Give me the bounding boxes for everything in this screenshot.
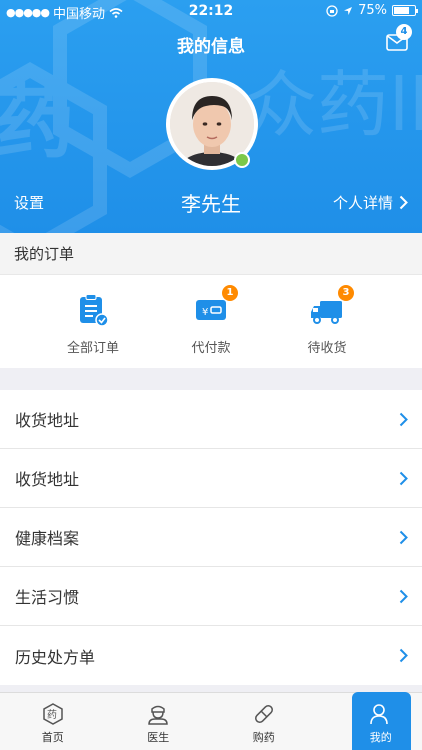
awaiting-delivery-button[interactable]: 3 待收货 xyxy=(277,285,377,356)
home-pill-icon: 药 xyxy=(43,703,63,725)
battery-fill xyxy=(394,7,409,14)
rotation-lock-icon xyxy=(326,4,338,17)
menu-item-lifestyle-habits[interactable]: 生活习惯 xyxy=(0,567,422,626)
tab-buy-medicine[interactable]: 购药 xyxy=(211,693,317,750)
battery-icon xyxy=(392,5,418,16)
awaiting-delivery-label: 待收货 xyxy=(307,341,347,356)
chevron-right-icon xyxy=(399,530,408,544)
profile-header: 药 众药ll ●●●●● 中国移动 22:12 75% 我的信息 4 设置 李先… xyxy=(0,0,422,233)
chevron-right-icon xyxy=(399,471,408,485)
all-orders-label: 全部订单 xyxy=(66,341,119,356)
menu-item-shipping-address-2[interactable]: 收货地址 xyxy=(0,449,422,508)
avatar[interactable] xyxy=(166,78,258,170)
personal-details-label: 个人详情 xyxy=(332,194,393,212)
status-right: 75% xyxy=(326,3,418,18)
tab-mine[interactable]: 我的 xyxy=(317,692,422,750)
pending-payment-label: 代付款 xyxy=(191,341,231,356)
menu-item-label: 历史处方单 xyxy=(15,647,96,667)
menu-item-health-records[interactable]: 健康档案 xyxy=(0,508,422,567)
page-title: 我的信息 xyxy=(177,37,245,57)
tab-label: 我的 xyxy=(369,731,392,744)
menu-list: 收货地址 收货地址 健康档案 生活习惯 历史处方单 xyxy=(0,390,422,685)
tab-bar: 药 首页 医生 购药 我的 xyxy=(0,692,422,750)
chevron-right-icon xyxy=(399,589,408,603)
menu-item-prescription-history[interactable]: 历史处方单 xyxy=(0,626,422,685)
pending-payment-badge: 1 xyxy=(222,285,238,301)
menu-item-label: 生活习惯 xyxy=(15,588,80,607)
chevron-right-icon xyxy=(399,412,408,426)
svg-text:众药ll: 众药ll xyxy=(245,63,422,147)
capsule-icon xyxy=(254,705,273,723)
doctor-icon xyxy=(148,705,169,725)
online-status-icon xyxy=(234,152,250,168)
menu-item-label: 收货地址 xyxy=(15,470,80,489)
wallet-icon: ¥ 1 xyxy=(194,285,238,327)
menu-item-shipping-address[interactable]: 收货地址 xyxy=(0,390,422,449)
pending-payment-button[interactable]: ¥ 1 代付款 xyxy=(161,285,261,356)
menu-item-label: 健康档案 xyxy=(15,529,80,548)
tab-label: 医生 xyxy=(147,731,170,744)
tab-doctor[interactable]: 医生 xyxy=(106,693,212,750)
profile-icon xyxy=(369,704,388,725)
svg-text:药: 药 xyxy=(0,76,75,169)
personal-details-link[interactable]: 个人详情 xyxy=(333,192,408,213)
all-orders-button[interactable]: 全部订单 xyxy=(43,293,143,356)
mail-badge: 4 xyxy=(396,24,412,40)
status-bar: ●●●●● 中国移动 22:12 75% xyxy=(0,0,422,22)
awaiting-delivery-badge: 3 xyxy=(338,285,354,301)
chevron-right-icon xyxy=(399,195,408,210)
chevron-right-icon xyxy=(399,648,408,663)
location-icon xyxy=(344,6,353,15)
tab-label: 购药 xyxy=(252,731,275,744)
svg-text:药: 药 xyxy=(47,709,57,721)
svg-text:¥: ¥ xyxy=(202,307,208,318)
clipboard-icon xyxy=(76,293,110,327)
truck-icon: 3 xyxy=(310,285,354,327)
battery-percent: 75% xyxy=(358,3,387,18)
tab-home[interactable]: 药 首页 xyxy=(0,693,106,750)
menu-item-label: 收货地址 xyxy=(15,411,80,430)
tab-label: 首页 xyxy=(41,731,64,744)
orders-panel: 全部订单 ¥ 1 代付款 3 待收货 xyxy=(0,275,422,368)
orders-section-title: 我的订单 xyxy=(0,233,422,275)
